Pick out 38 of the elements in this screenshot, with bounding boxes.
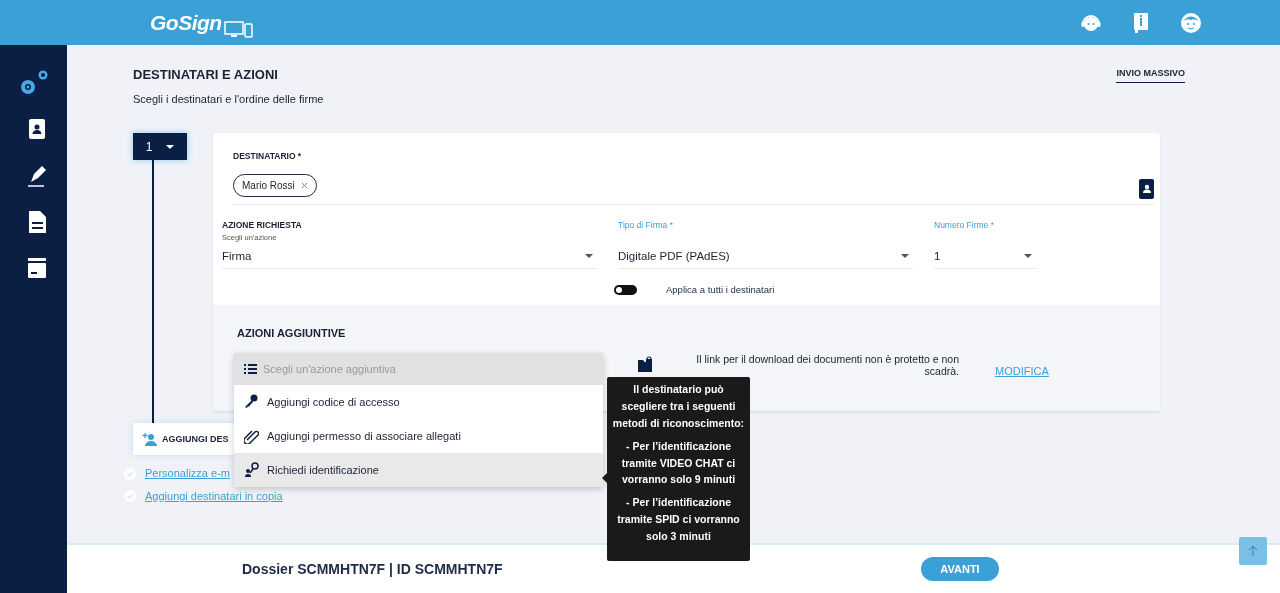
section-title: AZIONI AGGIUNTIVE	[237, 326, 347, 342]
select-field[interactable]: 1	[934, 242, 1036, 270]
select-field[interactable]: Firma	[222, 242, 597, 270]
toggle-switch[interactable]	[614, 285, 637, 296]
toggle-label: Applica a tutti i destinatari	[666, 283, 775, 298]
field-label: Numero Firme *	[934, 218, 995, 232]
devices-icon	[223, 20, 253, 39]
dropdown-option[interactable]: Aggiungi permesso di associare allegati	[234, 419, 603, 454]
recipient-chip[interactable]: Mario Rossi	[233, 173, 317, 197]
support-agent-icon[interactable]	[1080, 12, 1102, 33]
dropdown-option[interactable]: Aggiungi codice di accesso	[234, 385, 603, 420]
page-title: DESTINATARI E AZIONI	[133, 67, 279, 83]
add-person-icon	[142, 432, 157, 447]
arrow-up-icon	[1248, 545, 1258, 557]
field-label: Tipo di Firma *	[618, 218, 674, 232]
user-avatar-icon[interactable]	[1180, 11, 1202, 34]
list-icon	[244, 364, 257, 375]
bulk-send-link[interactable]: INVIO MASSIVO	[1116, 67, 1185, 83]
logo-text: GoSign	[150, 9, 222, 36]
info-book-icon[interactable]	[1132, 12, 1150, 33]
paperclip-icon	[244, 428, 259, 445]
recipient-field[interactable]: Mario Rossi	[233, 173, 1154, 205]
field-label: DESTINATARIO *	[233, 150, 303, 163]
page-subtitle: Scegli i destinatari e l'ordine delle firme	[133, 91, 324, 107]
dropdown-option[interactable]: Richiedi identificazione	[234, 453, 603, 488]
remove-icon[interactable]	[300, 181, 308, 189]
select-field[interactable]: Digitale PDF (PAdES)	[618, 242, 913, 270]
step-order-dropdown[interactable]: 1	[133, 133, 187, 161]
identity-search-icon	[244, 462, 259, 479]
tooltip-pointer	[602, 473, 607, 484]
folder-lock-icon	[638, 355, 652, 372]
field-label: AZIONE RICHIESTA	[222, 218, 303, 232]
check-circle-icon[interactable]	[124, 467, 136, 480]
address-book-icon[interactable]	[1139, 178, 1154, 199]
key-icon	[244, 394, 259, 411]
check-circle-icon[interactable]	[124, 490, 136, 503]
link-notice: Il link per il download dei documenti non è protetto e non scadrà.	[695, 352, 959, 377]
dossier-id: Dossier SCMMHTN7F | ID SCMMHTN7F	[242, 559, 504, 579]
